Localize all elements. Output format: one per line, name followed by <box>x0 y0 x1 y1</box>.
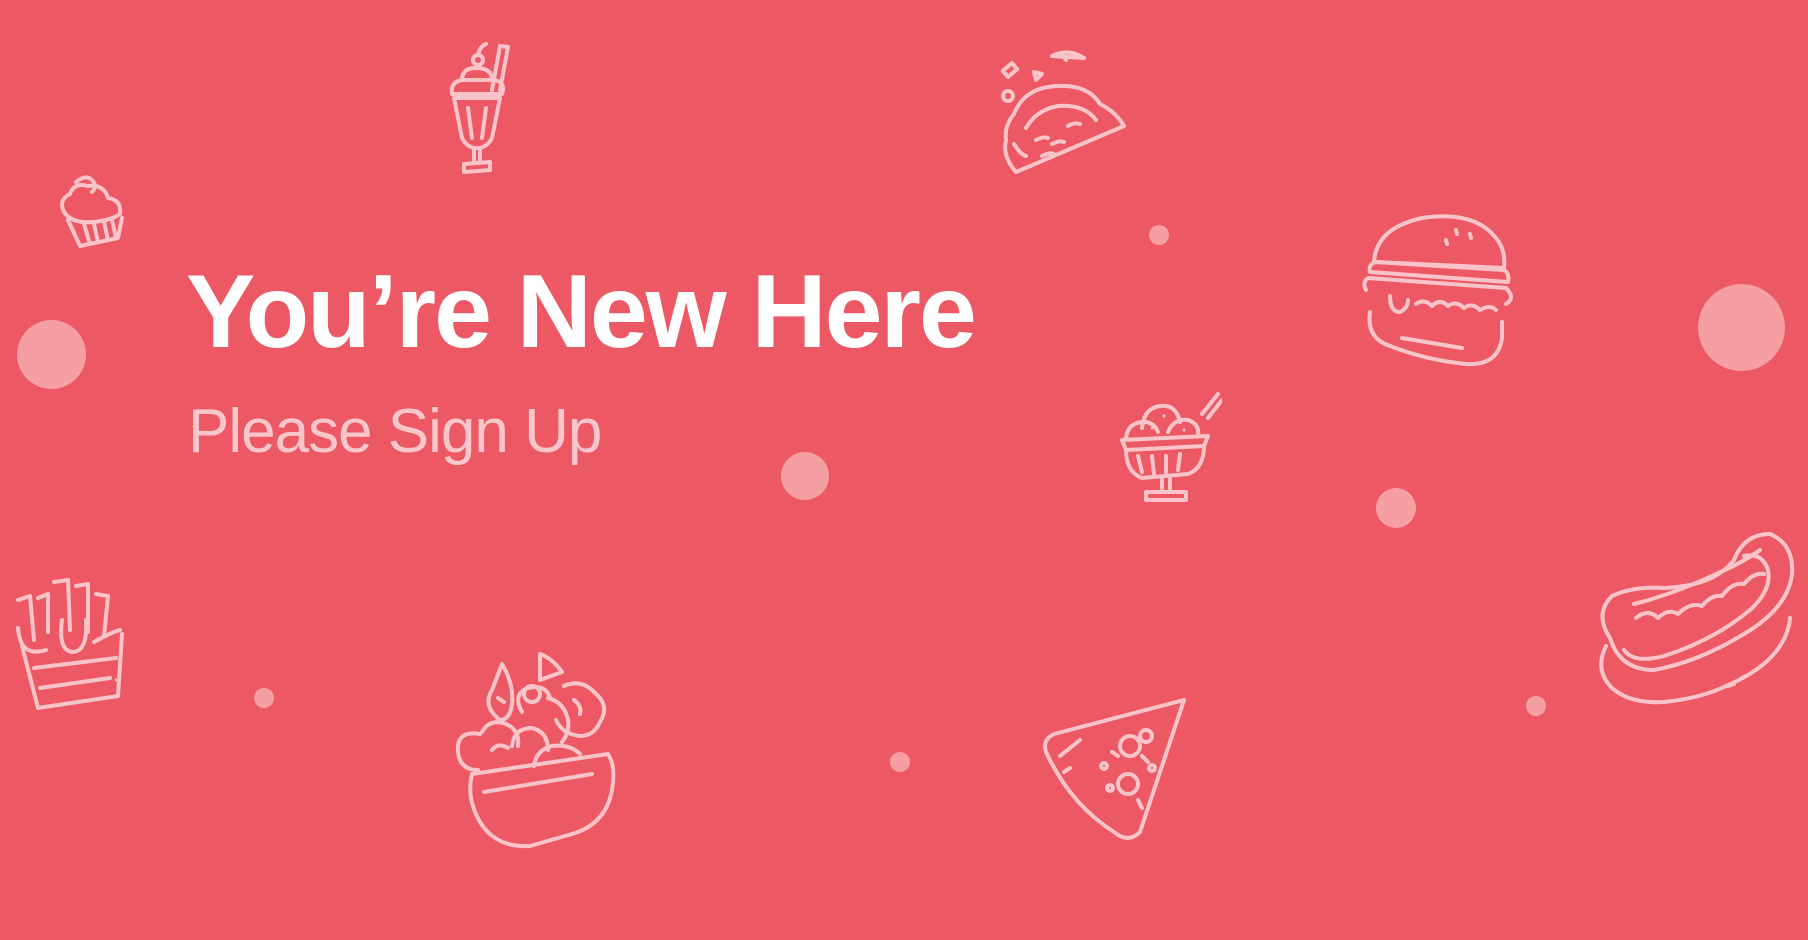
salad-bowl-icon <box>455 652 616 849</box>
decorative-dot <box>17 320 86 389</box>
fries-icon <box>16 578 124 710</box>
page-title: You’re New Here <box>186 254 977 370</box>
decorative-dot <box>1698 284 1785 371</box>
sign-up-hero-banner: You’re New Here Please Sign Up <box>0 0 1808 940</box>
taco-icon <box>1000 50 1126 174</box>
pizza-slice-icon <box>1043 698 1186 840</box>
page-subtitle: Please Sign Up <box>188 397 602 466</box>
burger-icon <box>1362 214 1513 367</box>
decorative-dot <box>781 452 829 500</box>
decorative-dot <box>890 752 910 772</box>
decorative-dot <box>1149 225 1169 245</box>
cupcake-icon <box>60 175 124 248</box>
ice-cream-sundae-icon <box>1120 392 1222 502</box>
decorative-dot <box>1376 488 1416 528</box>
milkshake-icon <box>449 42 510 174</box>
decorative-dot <box>1526 696 1546 716</box>
decorative-dot <box>254 688 274 708</box>
hot-dog-icon <box>1599 532 1795 705</box>
